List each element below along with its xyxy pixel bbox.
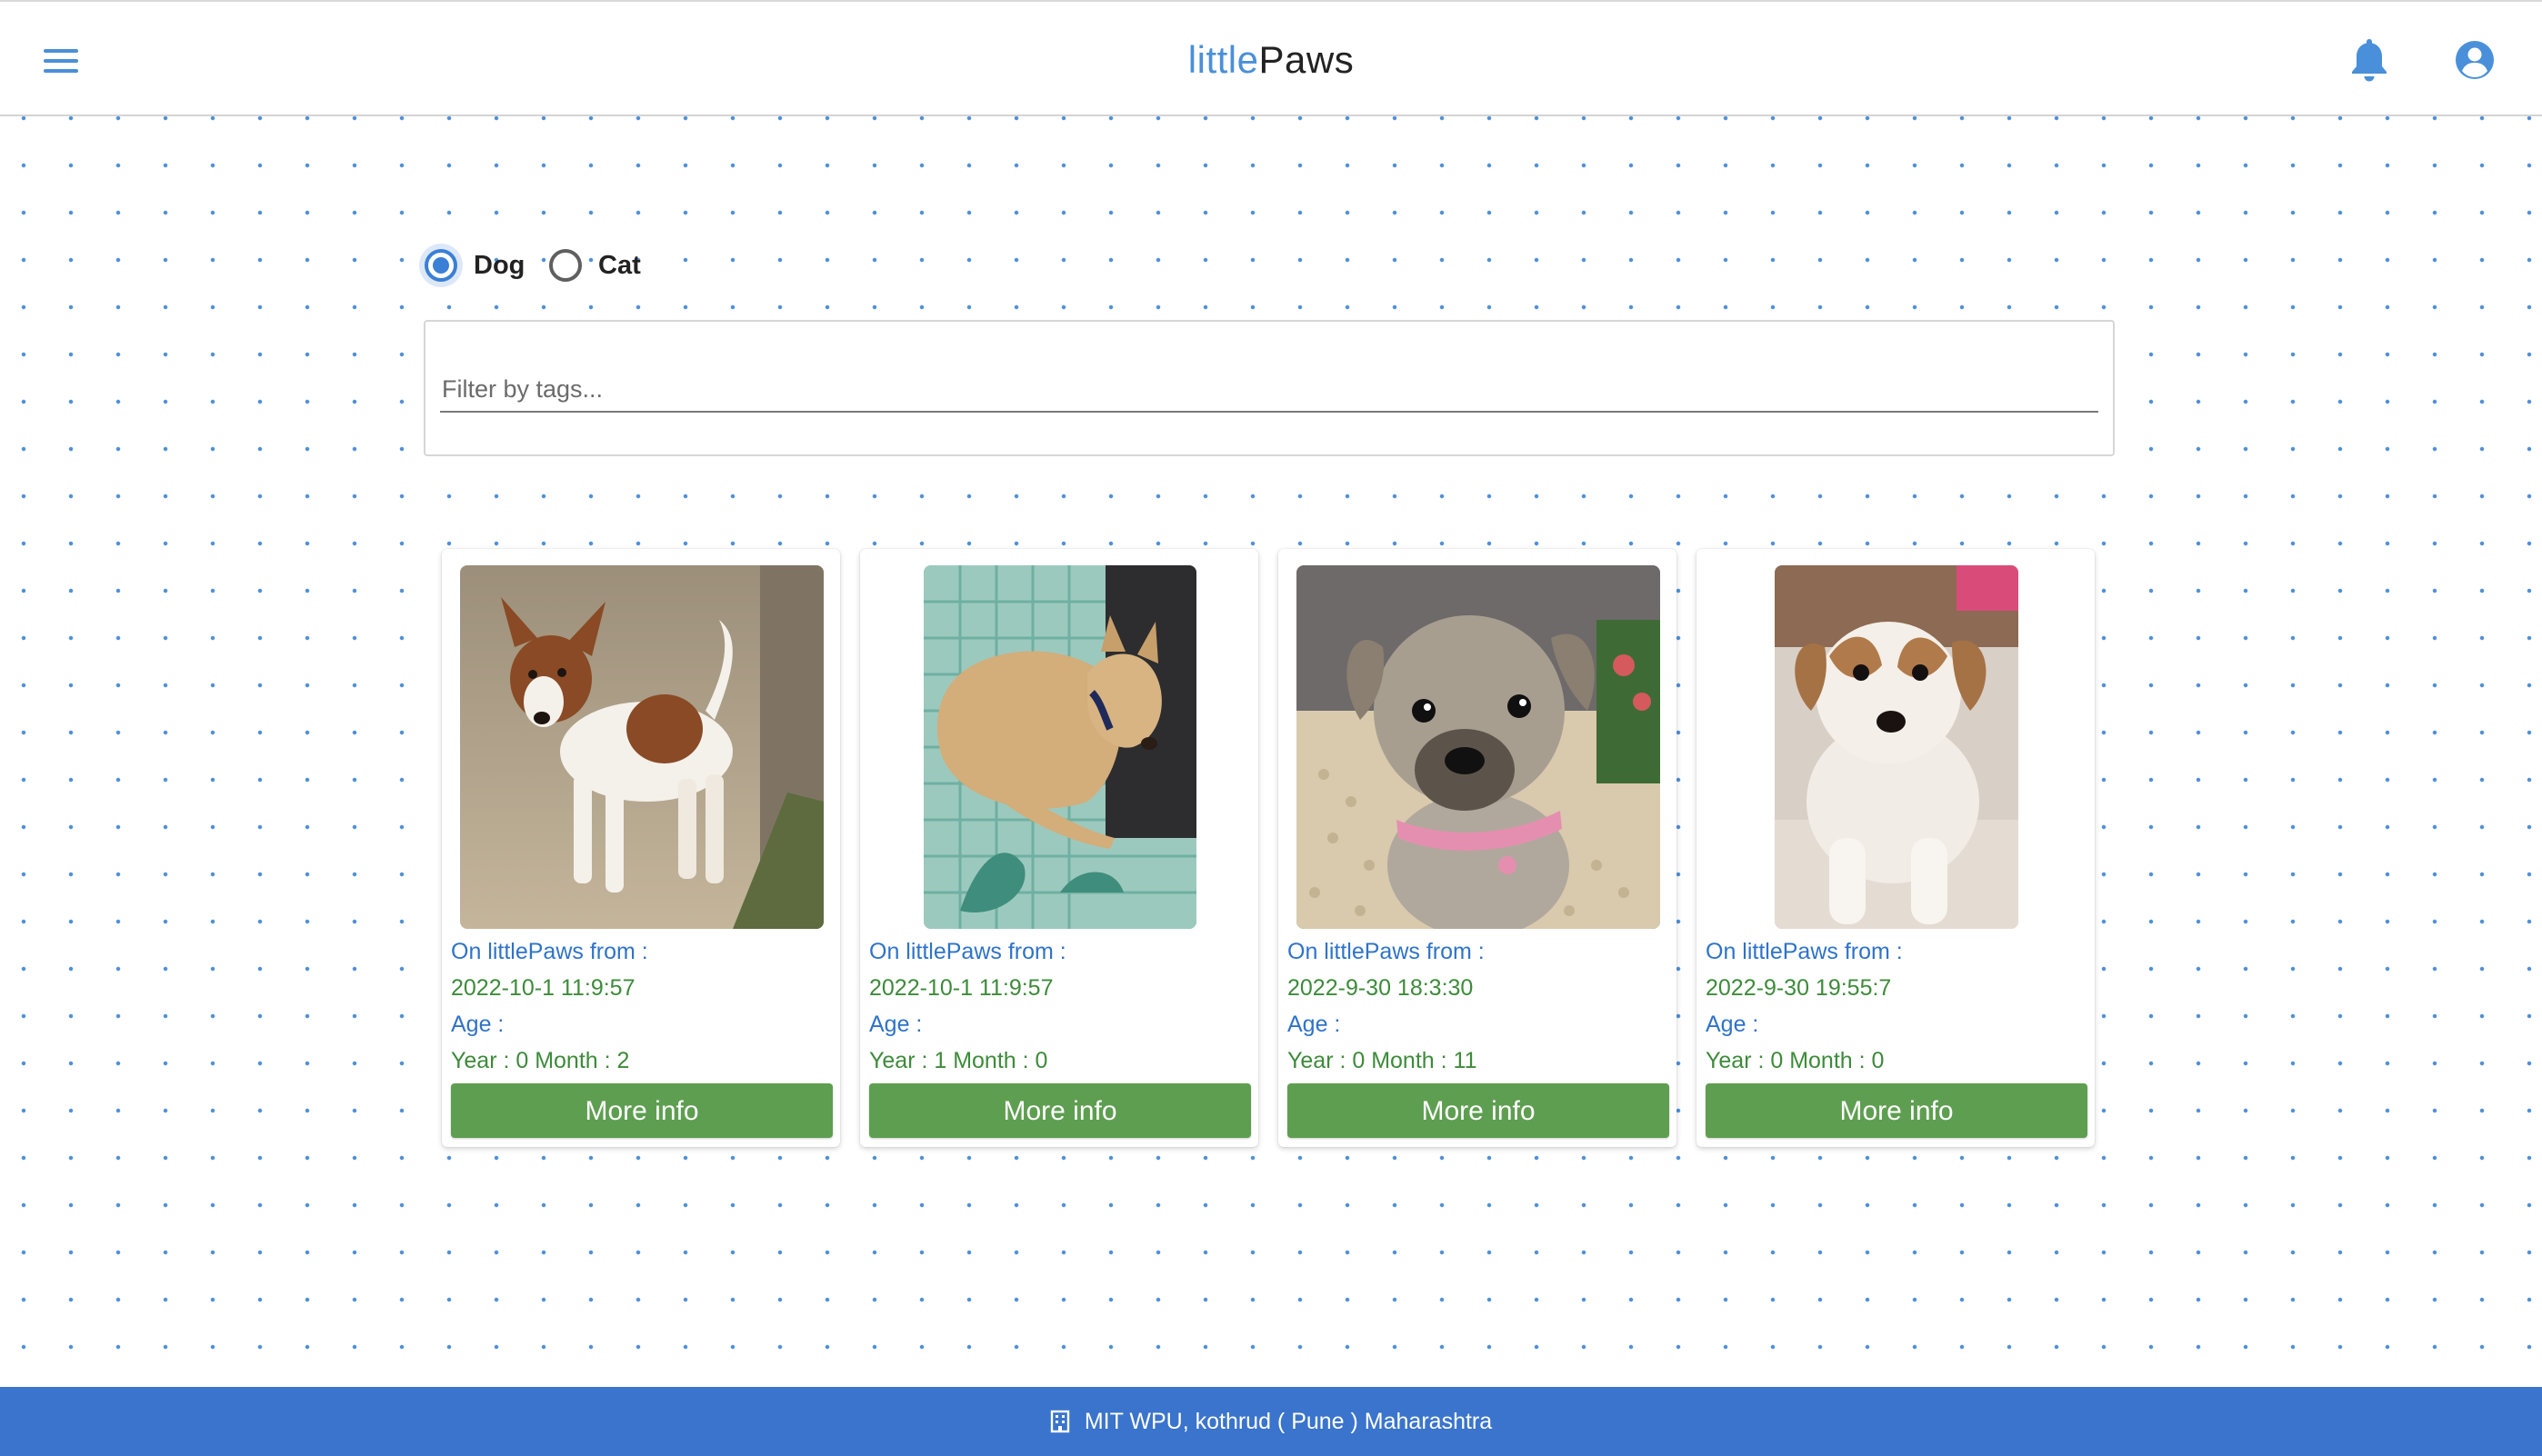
pet-card: On littlePaws from : 2022-10-1 11:9:57 A… <box>860 549 1258 1147</box>
age-label: Age : <box>1287 1012 1341 1037</box>
age-value: Year : 0 Month : 0 <box>1706 1048 1885 1073</box>
bell-icon[interactable] <box>2349 36 2389 82</box>
listed-since-label: On littlePaws from : <box>1287 939 1485 964</box>
age-value: Year : 0 Month : 2 <box>451 1048 630 1073</box>
age-label: Age : <box>451 1012 505 1037</box>
listed-since-value: 2022-10-1 11:9:57 <box>451 975 636 1001</box>
pet-card: On littlePaws from : 2022-9-30 18:3:30 A… <box>1278 549 1676 1147</box>
more-info-button[interactable]: More info <box>1287 1083 1669 1138</box>
age-label: Age : <box>869 1012 923 1037</box>
listed-since-label: On littlePaws from : <box>451 939 648 964</box>
building-icon <box>1050 1410 1070 1433</box>
listed-since-value: 2022-9-30 18:3:30 <box>1287 975 1474 1001</box>
radio-dog-circle[interactable] <box>425 249 457 282</box>
radio-dog-label[interactable]: Dog <box>474 251 525 281</box>
footer-address: MIT WPU, kothrud ( Pune ) Maharashtra <box>1084 1408 1493 1434</box>
age-label: Age : <box>1706 1012 1759 1037</box>
app-title: littlePaws <box>0 33 2542 87</box>
tag-filter-panel <box>424 320 2115 456</box>
listed-since-value: 2022-9-30 19:55:7 <box>1706 975 1892 1001</box>
more-info-button[interactable]: More info <box>1706 1083 2087 1138</box>
radio-cat-circle[interactable] <box>549 249 582 282</box>
pet-photo[interactable] <box>1775 565 2018 929</box>
app-title-paws: Paws <box>1258 38 1355 81</box>
tag-filter-input[interactable] <box>440 367 2098 413</box>
pet-photo[interactable] <box>1296 565 1660 929</box>
radio-cat-label[interactable]: Cat <box>598 251 641 281</box>
hamburger-menu-icon[interactable] <box>44 47 80 75</box>
pet-card: On littlePaws from : 2022-10-1 11:9:57 A… <box>442 549 840 1147</box>
pet-photo[interactable] <box>460 565 824 929</box>
listed-since-label: On littlePaws from : <box>1706 939 1903 964</box>
pet-photo[interactable] <box>924 565 1196 929</box>
age-value: Year : 1 Month : 0 <box>869 1048 1048 1073</box>
listed-since-label: On littlePaws from : <box>869 939 1066 964</box>
top-app-bar: littlePaws <box>0 0 2542 116</box>
account-circle-icon[interactable] <box>2455 40 2495 80</box>
age-value: Year : 0 Month : 11 <box>1287 1048 1477 1073</box>
pet-card: On littlePaws from : 2022-9-30 19:55:7 A… <box>1696 549 2095 1147</box>
footer: MIT WPU, kothrud ( Pune ) Maharashtra <box>0 1387 2542 1456</box>
radio-dog[interactable]: Dog <box>425 245 525 285</box>
more-info-button[interactable]: More info <box>869 1083 1251 1138</box>
more-info-button[interactable]: More info <box>451 1083 833 1138</box>
listed-since-value: 2022-10-1 11:9:57 <box>869 975 1054 1001</box>
app-title-little: little <box>1187 38 1259 81</box>
radio-cat[interactable]: Cat <box>549 245 641 285</box>
